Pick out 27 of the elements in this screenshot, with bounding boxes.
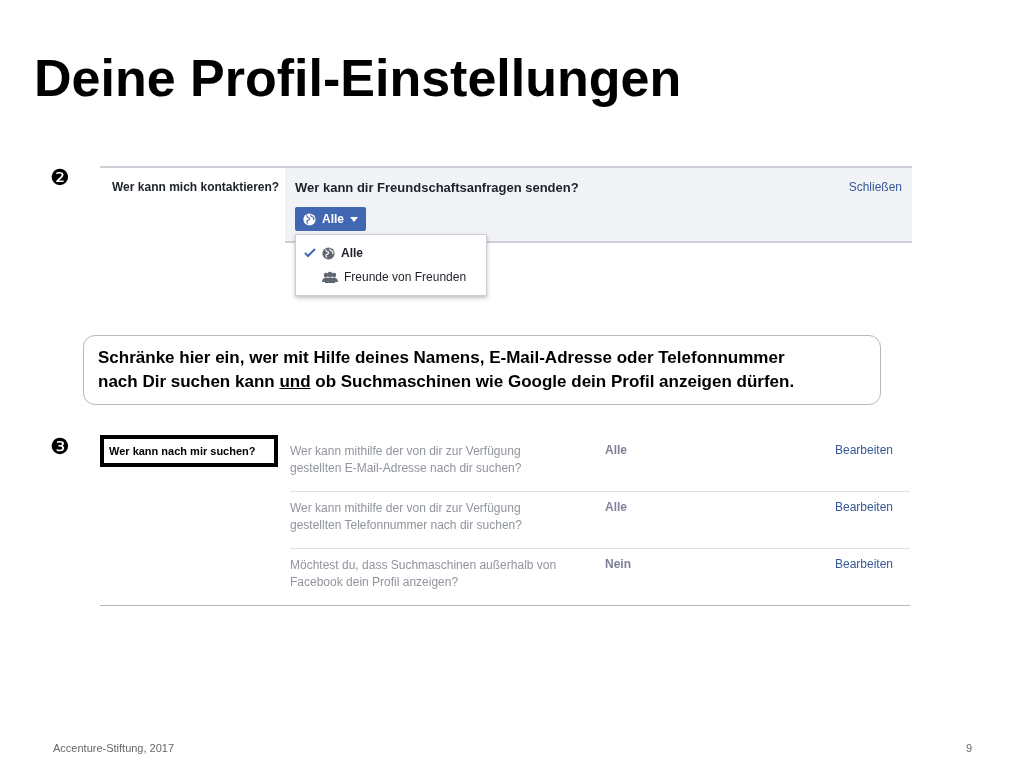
- setting-question: Möchtest du, dass Suchmaschinen außerhalb von Facebook dein Profil anzeigen?: [290, 557, 558, 591]
- step-marker: ❸: [50, 435, 71, 459]
- setting-question: Wer kann mithilfe der von dir zur Verfügung gestellten Telefonnummer nach dir suchen?: [290, 500, 523, 534]
- slide-title: Deine Profil-Einstellungen: [34, 48, 683, 108]
- setting-value: Nein: [605, 557, 632, 573]
- edit-link[interactable]: Bearbeiten: [835, 443, 894, 483]
- page-number: 9: [965, 742, 972, 754]
- callout-text: Schränke hier ein, wer mit Hilfe deines Namens, E-Mail-Adresse oder Telefonnummer nach Dir suchen kann und ob Suchmaschinen wie Google dein Profil anzeigen dürfen.: [98, 347, 796, 393]
- edit-link[interactable]: Bearbeiten: [835, 557, 894, 597]
- audience-dropdown[interactable]: Alle: [295, 207, 366, 231]
- edit-link[interactable]: Bearbeiten: [835, 500, 894, 540]
- menu-item[interactable]: Alle: [296, 241, 486, 265]
- footer-source: Accenture-Stiftung, 2017: [53, 742, 175, 754]
- menu-item[interactable]: Freunde von Freunden: [296, 265, 486, 289]
- people-icon: [322, 271, 338, 283]
- globe-icon: [322, 246, 335, 260]
- step-marker: ❷: [50, 166, 71, 190]
- close-link[interactable]: Schließen: [848, 180, 902, 195]
- section-label: Wer kann nach mir suchen?: [100, 435, 278, 467]
- globe-icon: [303, 212, 316, 226]
- setting-question: Wer kann mithilfe der von dir zur Verfügung gestellten E-Mail-Adresse nach dir suchen?: [290, 443, 523, 477]
- setting-value: Alle: [605, 443, 628, 459]
- caret-icon: [350, 216, 358, 222]
- setting-question: Wer kann dir Freundschaftsanfragen senden?: [295, 180, 579, 195]
- setting-value: Alle: [605, 500, 628, 516]
- section-label: Wer kann mich kontaktieren?: [111, 179, 281, 196]
- check-icon: [304, 247, 316, 259]
